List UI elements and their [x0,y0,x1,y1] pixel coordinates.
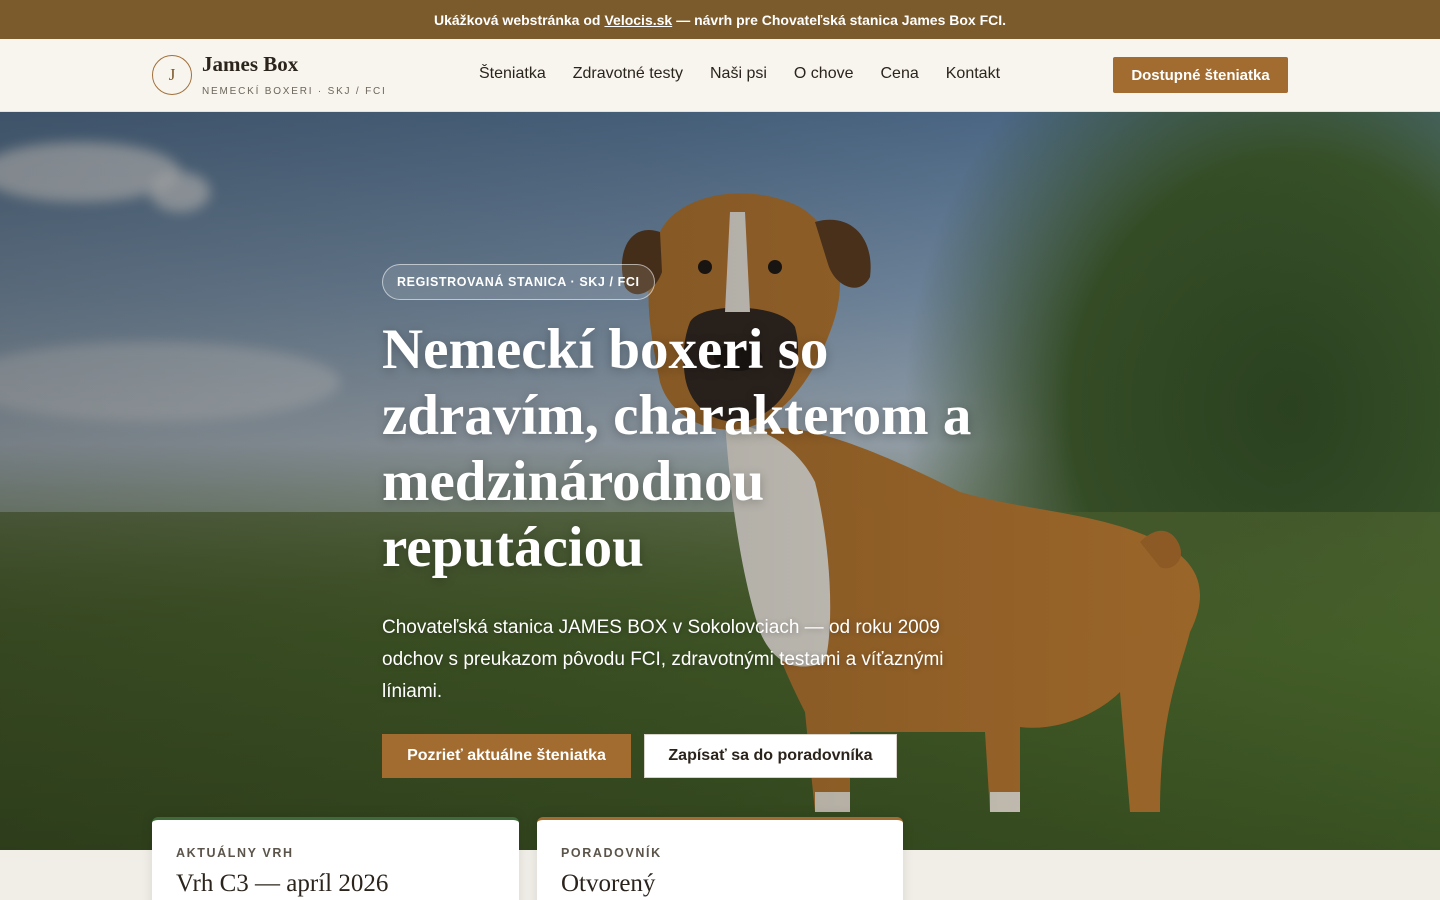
announcement-suffix: — návrh pre Chovateľská stanica James Bo… [676,11,1007,28]
nav-item-cena[interactable]: Cena [881,65,919,83]
brand-name[interactable]: James Box [202,52,298,77]
announcement-prefix: Ukážková webstránka od [433,11,601,28]
hero-title: Nemeckí boxeri so zdravím, charakterom a… [382,318,972,579]
card-kicker: PORADOVNÍK [561,846,662,860]
registered-badge: REGISTROVANÁ STANICA · SKJ / FCI [382,264,655,300]
announcement-bar: Ukážková webstránka od Velocis.sk — návr… [0,0,1440,39]
nav-item-o-chove[interactable]: O chove [794,65,854,83]
main-nav: Šteniatka Zdravotné testy Naši psi O cho… [479,65,1000,83]
view-puppies-button[interactable]: Pozrieť aktuálne šteniatka [382,734,631,778]
hero-section: REGISTROVANÁ STANICA · SKJ / FCI Nemeckí… [0,112,1440,850]
nav-item-steniatka[interactable]: Šteniatka [479,65,546,83]
nav-item-kontakt[interactable]: Kontakt [946,65,1000,83]
site-header: J James Box NEMECKÍ BOXERI · SKJ / FCI Š… [0,39,1440,112]
nav-item-nasi-psi[interactable]: Naši psi [710,65,767,83]
nav-item-zdravotne-testy[interactable]: Zdravotné testy [573,65,683,83]
join-waitlist-button[interactable]: Zapísať sa do poradovníka [644,734,897,778]
waitlist-card[interactable]: PORADOVNÍK Otvorený [537,817,903,900]
velocis-link[interactable]: Velocis.sk [604,12,672,28]
card-kicker: AKTUÁLNY VRH [176,846,294,860]
card-title: Otvorený [561,870,656,897]
hero-description: Chovateľská stanica JAMES BOX v Sokolovc… [382,617,944,702]
available-puppies-button[interactable]: Dostupné šteniatka [1113,57,1288,93]
card-title: Vrh C3 — apríl 2026 [176,870,389,897]
brand-tagline: NEMECKÍ BOXERI · SKJ / FCI [202,86,387,97]
logo-icon[interactable]: J [152,55,192,95]
current-litter-card[interactable]: AKTUÁLNY VRH Vrh C3 — apríl 2026 [152,817,519,900]
